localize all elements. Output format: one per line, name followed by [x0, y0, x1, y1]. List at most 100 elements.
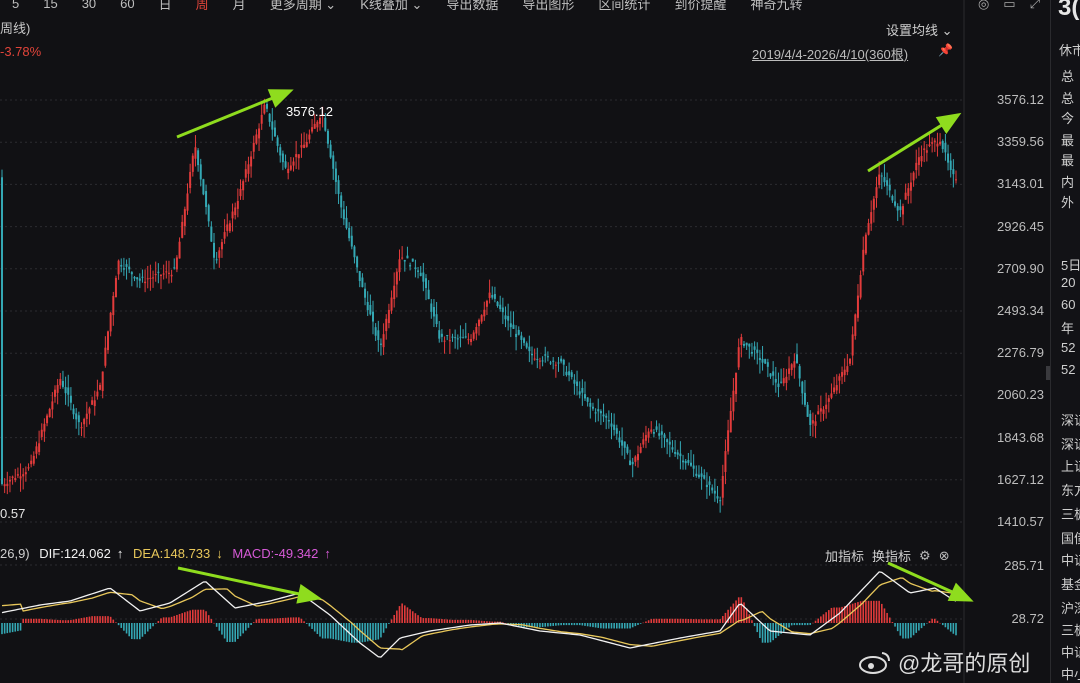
macd-bar	[676, 618, 679, 623]
sidebar-item[interactable]: 内	[1061, 172, 1074, 191]
sidebar-item[interactable]: 今	[1061, 108, 1074, 127]
candle-body	[372, 311, 374, 322]
candle-body	[24, 472, 27, 475]
candle-body	[896, 206, 899, 211]
macd-bar	[279, 618, 282, 623]
macd-bar	[661, 618, 663, 623]
add-indicator-button[interactable]: 加指标	[825, 546, 864, 565]
sidebar-item[interactable]: 国债	[1061, 528, 1080, 547]
macd-bar	[308, 623, 311, 627]
candle-body	[493, 294, 496, 299]
sidebar-item[interactable]: 三板	[1061, 504, 1080, 523]
macd-bar	[11, 623, 14, 633]
sidebar-item[interactable]: 外	[1061, 192, 1074, 211]
right-sidebar: 3( 休市总总今最最内外5日2060年5252深证深证上证东方三板国债中证基金沪…	[1050, 0, 1080, 683]
candle-body	[856, 295, 859, 318]
macd-bar	[751, 620, 753, 623]
sidebar-item[interactable]: 上证	[1061, 456, 1080, 475]
candle-body	[385, 318, 388, 332]
date-range-label[interactable]: 2019/4/4-2026/4/10(360根)	[752, 44, 908, 63]
sidebar-item[interactable]: 5日	[1061, 255, 1080, 274]
candle-body	[597, 409, 600, 412]
candle-body	[242, 181, 245, 191]
sidebar-item[interactable]: 最	[1061, 150, 1074, 169]
sidebar-item[interactable]: 52	[1061, 362, 1075, 377]
sidebar-item[interactable]: 60	[1061, 297, 1075, 312]
candle-body	[109, 312, 112, 332]
macd-bar	[78, 618, 80, 623]
macd-bar	[372, 623, 374, 641]
candle-body	[785, 376, 788, 383]
switch-indicator-button[interactable]: 换指标	[872, 546, 911, 565]
candle-body	[501, 307, 504, 313]
candle-body	[101, 371, 104, 391]
macd-bar	[19, 623, 22, 631]
candle-body	[586, 397, 589, 402]
candle-body	[313, 123, 316, 129]
candle-body	[8, 479, 11, 482]
close-icon[interactable]: ⊗	[939, 548, 950, 564]
pin-icon[interactable]: 📌	[938, 43, 953, 57]
macd-bar	[708, 619, 711, 623]
candle-body	[279, 147, 282, 156]
candlestick-chart[interactable]	[0, 0, 1050, 543]
macd-bar	[25, 618, 27, 623]
sidebar-item[interactable]: 中小	[1061, 664, 1080, 683]
candle-body	[464, 336, 467, 338]
candle-body	[626, 446, 629, 453]
macd-params: 26,9)	[0, 546, 30, 561]
candle-body	[952, 169, 955, 175]
candle-body	[729, 410, 732, 433]
macd-bar	[555, 623, 557, 626]
candle-body	[189, 171, 192, 188]
macd-bar	[936, 620, 939, 623]
macd-bar	[867, 600, 870, 623]
sidebar-item[interactable]: 最	[1061, 130, 1074, 149]
macd-bar	[22, 618, 24, 623]
candle-body	[536, 358, 539, 360]
macd-bar	[679, 618, 682, 623]
sidebar-item[interactable]: 总	[1061, 66, 1074, 85]
sidebar-item[interactable]: 年	[1061, 318, 1074, 337]
candle-body	[591, 406, 594, 409]
chart-area[interactable]	[0, 0, 1050, 683]
candle-body	[459, 336, 462, 338]
candle-body	[594, 412, 597, 414]
candle-body	[470, 339, 473, 343]
candle-body	[305, 141, 308, 147]
macd-bar	[184, 612, 186, 623]
macd-bar	[478, 620, 480, 623]
candle-body	[379, 343, 382, 345]
candle-body	[228, 223, 231, 232]
sidebar-item[interactable]: 52	[1061, 340, 1075, 355]
sidebar-item[interactable]: 三板	[1061, 620, 1080, 639]
sidebar-item[interactable]: 东方	[1061, 480, 1080, 499]
candle-body	[613, 424, 616, 430]
macd-bar	[17, 623, 19, 632]
macd-bar	[541, 623, 544, 627]
candle-body	[154, 274, 157, 276]
sidebar-item[interactable]: 沪深	[1061, 598, 1080, 617]
candle-body	[584, 394, 586, 399]
sidebar-item[interactable]: 深证	[1061, 434, 1080, 453]
sidebar-item[interactable]: 20	[1061, 275, 1075, 290]
sidebar-item[interactable]: 基金	[1061, 574, 1080, 593]
candle-body	[764, 359, 767, 364]
macd-bar	[390, 619, 393, 623]
macd-bar	[682, 618, 684, 623]
gear-icon[interactable]: ⚙	[919, 548, 931, 564]
sidebar-item[interactable]: 总	[1061, 88, 1074, 107]
sidebar-item[interactable]: 中证	[1061, 550, 1080, 569]
sidebar-item[interactable]: 深证	[1061, 410, 1080, 429]
ma-setting-button[interactable]: 设置均线 ⌄	[886, 20, 953, 39]
macd-bar	[600, 623, 602, 629]
sidebar-item[interactable]: 休市	[1059, 40, 1080, 59]
candle-body	[655, 426, 658, 430]
sidebar-item[interactable]: 中证	[1061, 642, 1080, 661]
candle-body	[933, 140, 936, 143]
candle-body	[716, 496, 719, 499]
candle-body	[814, 421, 817, 426]
candle-body	[777, 383, 780, 388]
macd-bar	[213, 622, 215, 624]
macd-bar	[674, 618, 676, 623]
